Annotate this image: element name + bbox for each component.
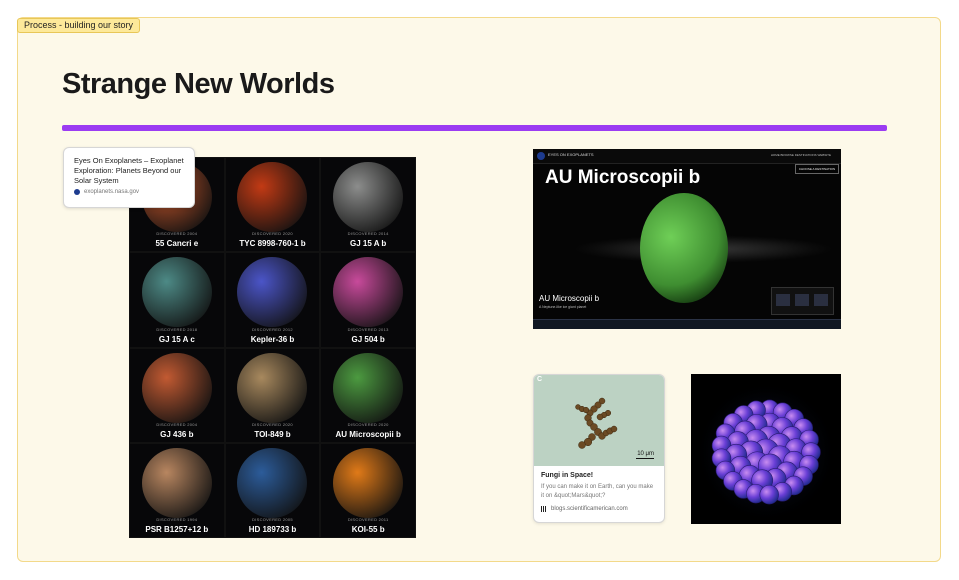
au-view-btn-1 [776,294,790,306]
au-nav: HOME BROWSE DESTINATIONS WEBSITE [770,153,831,157]
fungi-description: If you can make it on Earth, can you mak… [541,484,654,499]
planet-tile: DISCOVERED 2020 TOI-849 b [224,347,321,443]
au-planet-sub: A Neptune-like ice giant planet [539,305,587,309]
planet-tile: DISCOVERED 2013 GJ 504 b [320,252,416,348]
site-favicon-icon [541,506,547,512]
planet-discovered: DISCOVERED 2020 [252,421,293,427]
nasa-logo-icon [537,152,545,160]
planet-orb [141,352,212,423]
au-view-btn-3 [814,294,828,306]
frame-label[interactable]: Process - building our story [17,18,141,33]
au-topbar: EYES ON EXOPLANETS HOME BROWSE DESTINATI… [533,149,841,164]
planet-name: 55 Cancri e [155,239,199,249]
planet-tile: DISCOVERED 2014 GJ 15 A b [320,157,416,253]
exoplanet-grid-image[interactable]: DISCOVERED 2004 55 Cancri e DISCOVERED 202… [129,157,416,538]
planet-tile: DISCOVERED 2011 KOI-55 b [320,442,416,538]
planet-discovered: DISCOVERED 2020 [347,421,389,427]
planet-tile: DISCOVERED 2012 Kepler-36 b [224,252,321,348]
planet-name: GJ 436 b [160,429,194,439]
fungi-url-text: blogs.scientificamerican.com [551,506,628,512]
fungi-link-card[interactable]: C 10 μm Fungi in Space! If you can make … [533,374,665,523]
planet-tile: DISCOVERED 2004 GJ 436 b [129,347,225,443]
fungi-scale-label: 10 μm [637,451,654,457]
planet-orb [333,257,404,328]
planet-orb [237,447,308,518]
planet-orb [333,162,404,233]
au-planet-label: AU Microscopii b [539,294,600,303]
planet-tile: DISCOVERED 2005 HD 189733 b [224,442,321,538]
fungi-hyphae [575,397,618,449]
au-view-btn-2 [795,294,809,306]
fungi-panel-tag: C [537,376,543,383]
planet-discovered: DISCOVERED 2020 [252,231,293,237]
nasa-logo-icon [74,189,80,195]
planet-discovered: DISCOVERED 2018 [156,326,198,332]
planet-name: GJ 15 A c [158,334,195,344]
planet-discovered: DISCOVERED 2012 [252,326,293,332]
planet-discovered: DISCOVERED 2014 [347,231,389,237]
purple-sphere-image[interactable] [691,374,841,524]
planet-name: PSR B1257+12 b [145,525,209,534]
planet-orb [237,352,308,423]
planet-discovered: DISCOVERED 2004 [156,231,198,237]
planet-orb [141,257,212,328]
fungi-image: C 10 μm [534,375,664,466]
planet-tile: DISCOVERED 1994 PSR B1257+12 b [129,442,225,538]
cell-bubble [759,484,779,505]
fungi-title: Fungi in Space! [541,472,594,479]
planet-orb [237,162,308,233]
link-card-title: Eyes On Exoplanets – Exoplanet Explorati… [74,156,184,185]
planet-name: Kepler-36 b [250,334,295,344]
planet-discovered: DISCOVERED 2013 [347,326,389,332]
planet-tile: DISCOVERED 2020 TYC 8998-760-1 b [224,157,321,253]
au-footer [533,319,841,329]
planet-tile: DISCOVERED 2020 AU Microscopii b [320,347,416,443]
planet-discovered: DISCOVERED 2005 [252,517,293,522]
planet-name: KOI-55 b [351,525,385,534]
planet-name: TOI-849 b [254,429,291,439]
planet-name: AU Microscopii b [335,429,401,439]
cell-cluster-illustration [696,382,836,522]
planet-name: GJ 15 A b [350,239,387,249]
planet-orb [141,447,212,518]
fungi-scale-bar [636,457,654,459]
planet-name: HD 189733 b [248,525,297,534]
planet-discovered: DISCOVERED 1994 [156,517,198,522]
au-choose-button: CHOOSE A DESTINATION [795,164,839,174]
au-microscopii-screenshot[interactable]: EYES ON EXOPLANETS HOME BROWSE DESTINATI… [533,149,841,329]
au-planet [640,193,728,303]
accent-divider [62,125,887,131]
planet-orb [333,352,404,423]
page-title[interactable]: Strange New Worlds [62,68,335,101]
nasa-link-card[interactable]: Eyes On Exoplanets – Exoplanet Explorati… [63,147,195,208]
planet-name: TYC 8998-760-1 b [239,239,306,249]
link-card-url-text: exoplanets.nasa.gov [84,189,140,195]
au-title: AU Microscopii b [545,167,701,188]
au-view-panel [771,287,834,315]
au-brand: EYES ON EXOPLANETS [548,152,594,157]
planet-name: GJ 504 b [351,334,385,344]
planet-discovered: DISCOVERED 2004 [156,421,198,427]
link-card-url: exoplanets.nasa.gov [74,189,184,195]
planet-orb [237,257,308,328]
planet-discovered: DISCOVERED 2011 [347,517,389,522]
planet-tile: DISCOVERED 2018 GJ 15 A c [129,252,225,348]
planet-orb [333,447,404,518]
fungi-url: blogs.scientificamerican.com [541,506,657,512]
